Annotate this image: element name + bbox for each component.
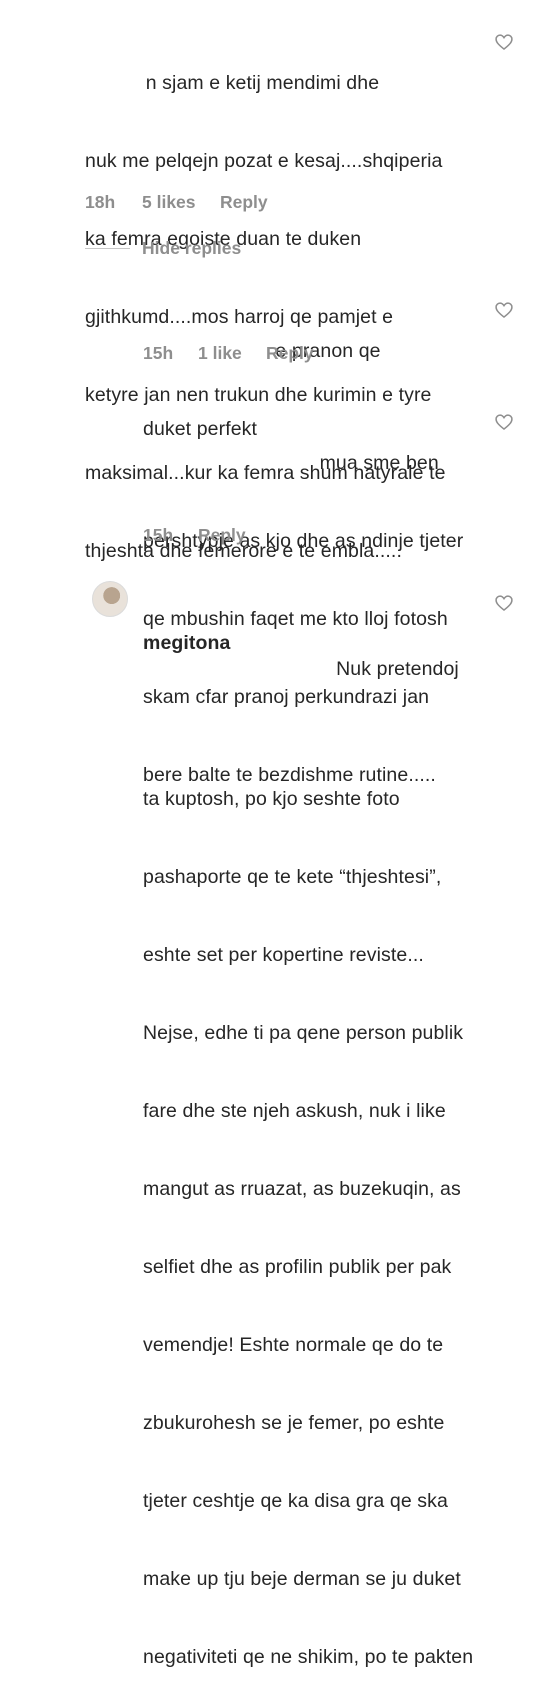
comment-time: 18h xyxy=(85,192,116,212)
reply-button[interactable]: Reply xyxy=(266,343,314,364)
comment-line: pershtypje as kjo dhe as ndinje tjeter xyxy=(143,530,464,552)
reply-button[interactable]: Reply xyxy=(220,192,268,213)
comment-line: pashaporte qe te kete “thjeshtesi”, xyxy=(143,866,442,888)
likes-count[interactable]: 5 likes xyxy=(142,192,196,213)
comment-line: fare dhe ste njeh askush, nuk i like xyxy=(143,1100,446,1122)
comment-line: e pranon qe xyxy=(143,340,381,362)
like-heart-icon[interactable] xyxy=(494,412,514,432)
comment-line: tjeter ceshtje qe ka disa gra qe ska xyxy=(143,1490,448,1512)
comment-line: mangut as rruazat, as buzekuqin, as xyxy=(143,1178,461,1200)
comment-line: eshte set per kopertine reviste... xyxy=(143,944,424,966)
comment-line: Nuk pretendoj xyxy=(165,658,459,680)
likes-count[interactable]: 1 like xyxy=(198,343,242,364)
comment-line: nuk me pelqejn pozat e kesaj....shqiperi… xyxy=(85,150,443,172)
like-heart-icon[interactable] xyxy=(494,32,514,52)
comment-line: n sjam e ketij mendimi dhe xyxy=(85,72,380,94)
comment-line: vemendje! Eshte normale qe do te xyxy=(143,1334,444,1356)
comment-line: negativiteti qe ne shikim, po te pakten xyxy=(143,1646,474,1668)
reply-button[interactable]: Reply xyxy=(198,525,246,546)
comment-text: Nuk pretendoj megitona ta kuptosh, po kj… xyxy=(143,578,473,1696)
comment-line: selfiet dhe as profilin publik per pak xyxy=(143,1256,452,1278)
like-heart-icon[interactable] xyxy=(494,300,514,320)
comment-line: ta kuptosh, po kjo seshte foto xyxy=(143,788,400,810)
replies-divider xyxy=(85,248,130,249)
comment-time: 15h xyxy=(143,343,174,363)
comment-line: zbukurohesh se je femer, po eshte xyxy=(143,1412,445,1434)
comment-time: 15h xyxy=(143,525,174,545)
hide-replies-button[interactable]: Hide replies xyxy=(142,238,241,259)
comment-line: make up tju beje derman se ju duket xyxy=(143,1568,461,1590)
comment-username[interactable]: megitona xyxy=(143,630,230,656)
comment-line: ka femra egoiste duan te duken xyxy=(85,228,362,250)
like-heart-icon[interactable] xyxy=(494,593,514,613)
avatar[interactable] xyxy=(92,581,128,617)
comment-line: mua sme ben xyxy=(143,452,439,474)
comment-line: Nejse, edhe ti pa qene person publik xyxy=(143,1022,464,1044)
